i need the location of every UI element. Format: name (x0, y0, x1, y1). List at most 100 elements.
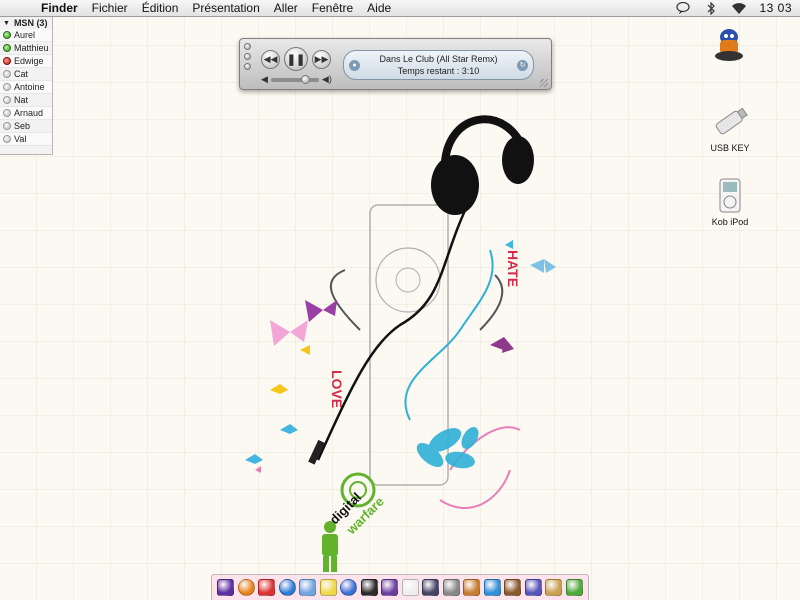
disclosure-triangle-icon[interactable]: ▼ (3, 20, 10, 27)
msn-contacts: Aurel Matthieu Edwige Cat Antoine Nat Arnaud Se… (0, 29, 52, 146)
ichat-icon[interactable] (675, 2, 691, 15)
msn-contact-seb[interactable]: Seb (0, 120, 52, 133)
status-online-icon (3, 31, 11, 39)
ipod-wheel (375, 247, 441, 313)
stickies-icon[interactable] (319, 579, 337, 596)
contact-name: Nat (14, 95, 29, 105)
itunes-mini-player: ◀◀ ❚❚ ▶▶ ◀ ◀) ● Dans Le Club (All Star R… (239, 38, 552, 90)
itunes-icon[interactable] (340, 579, 358, 596)
rewind-icon: ◀◀ (263, 54, 278, 64)
hard-drive-icon (714, 29, 743, 61)
contact-name: Cat (14, 69, 29, 79)
contact-name: Aurel (14, 30, 36, 40)
status-offline-icon (3, 122, 11, 130)
menu-bar: Finder Fichier Édition Présentation Alle… (0, 0, 800, 17)
finder-icon[interactable] (217, 579, 234, 596)
contact-name: Antoine (14, 82, 45, 92)
msn-contact-edwige[interactable]: Edwige (0, 55, 52, 68)
calculator-icon[interactable] (442, 579, 460, 596)
ical-icon[interactable] (258, 579, 276, 596)
desktop-icon-label: Kob iPod (711, 217, 749, 227)
volume-slider[interactable] (270, 74, 319, 84)
love-text: LOVE (329, 370, 345, 408)
resize-grip[interactable] (540, 79, 548, 87)
floral-decoration (329, 249, 521, 510)
status-offline-icon (3, 83, 11, 91)
photo-icon[interactable] (463, 579, 481, 596)
status-offline-icon (3, 135, 11, 143)
green-figure (322, 521, 338, 572)
headphones-art (431, 115, 534, 215)
pause-button[interactable]: ❚❚ (284, 47, 308, 71)
msn-contact-matthieu[interactable]: Matthieu (0, 42, 52, 55)
wallpaper-artwork: HATE LOVE digital warfare (245, 115, 556, 572)
status-offline-icon (3, 96, 11, 104)
msn-group-label: MSN (3) (13, 18, 48, 28)
next-track-button[interactable]: ▶▶ (312, 50, 331, 69)
msn-contact-arnaud[interactable]: Arnaud (0, 107, 52, 120)
msn-contact-nat[interactable]: Nat (0, 94, 52, 107)
snapback-icon[interactable]: ↻ (517, 60, 528, 71)
status-offline-icon (3, 70, 11, 78)
msn-header[interactable]: ▼ MSN (3) (0, 17, 52, 29)
mail-icon[interactable] (299, 579, 317, 596)
dashboard-icon[interactable] (360, 579, 378, 596)
preview-icon[interactable] (381, 579, 399, 596)
msn-contact-cat[interactable]: Cat (0, 68, 52, 81)
contact-name: Matthieu (14, 43, 49, 53)
msn-contact-aurel[interactable]: Aurel (0, 29, 52, 42)
ichat-icon[interactable] (524, 579, 542, 596)
menu-fichier[interactable]: Fichier (85, 1, 135, 15)
status-online-icon (3, 44, 11, 52)
menu-presentation[interactable]: Présentation (185, 1, 266, 15)
chess-icon[interactable] (504, 579, 522, 596)
iphoto-icon[interactable] (483, 579, 501, 596)
track-title: Dans Le Club (All Star Remx) (379, 54, 498, 64)
zoom-button[interactable] (244, 63, 251, 70)
firefox-icon[interactable] (237, 579, 255, 596)
volume-control: ◀ ◀) (261, 74, 332, 85)
status-offline-icon (3, 109, 11, 117)
msn-contact-list: ▼ MSN (3) Aurel Matthieu Edwige Cat Antoine N… (0, 16, 53, 155)
desktop-icon-label: USB KEY (710, 143, 750, 153)
msn-contact-antoine[interactable]: Antoine (0, 81, 52, 94)
trash-icon[interactable] (565, 579, 583, 596)
menu-fenetre[interactable]: Fenêtre (305, 1, 360, 15)
wifi-icon[interactable] (731, 2, 747, 15)
dock (211, 574, 589, 600)
now-playing-display: ● Dans Le Club (All Star Remx) Temps res… (343, 50, 534, 80)
menu-extras: 13 03 (675, 1, 800, 15)
display-toggle-icon[interactable]: ● (349, 60, 360, 71)
textedit-icon[interactable] (401, 579, 419, 596)
desktop-icon-usb-key[interactable]: USB KEY (700, 104, 760, 153)
folder-icon[interactable] (545, 579, 563, 596)
safari-icon[interactable] (278, 579, 296, 596)
expose-icon[interactable] (422, 579, 440, 596)
window-buttons (244, 43, 251, 70)
bluetooth-icon[interactable] (703, 1, 719, 15)
usb-key-icon (715, 107, 748, 135)
pause-icon: ❚❚ (286, 53, 306, 66)
hate-text: HATE (505, 250, 521, 287)
desktop-icon-ipod[interactable]: Kob iPod (700, 178, 760, 227)
menu-clock[interactable]: 13 03 (759, 1, 792, 15)
ipod-icon (719, 178, 741, 213)
desktop-icon-hard-drive[interactable] (700, 28, 760, 64)
msn-contact-val[interactable]: Val (0, 133, 52, 146)
menu-aide[interactable]: Aide (360, 1, 398, 15)
menu-finder[interactable]: Finder (34, 1, 85, 15)
status-busy-icon (3, 57, 11, 65)
contact-name: Seb (14, 121, 31, 131)
contact-name: Val (14, 134, 27, 144)
menu-edition[interactable]: Édition (135, 1, 186, 15)
previous-track-button[interactable]: ◀◀ (261, 50, 280, 69)
menu-aller[interactable]: Aller (267, 1, 305, 15)
contact-name: Arnaud (14, 108, 44, 118)
volume-knob[interactable] (300, 74, 310, 84)
close-button[interactable] (244, 43, 251, 50)
volume-high-icon: ◀) (321, 74, 332, 84)
minimize-button[interactable] (244, 53, 251, 60)
fast-forward-icon: ▶▶ (314, 54, 329, 64)
volume-low-icon: ◀ (261, 74, 268, 84)
time-remaining[interactable]: Temps restant : 3:10 (344, 65, 533, 77)
